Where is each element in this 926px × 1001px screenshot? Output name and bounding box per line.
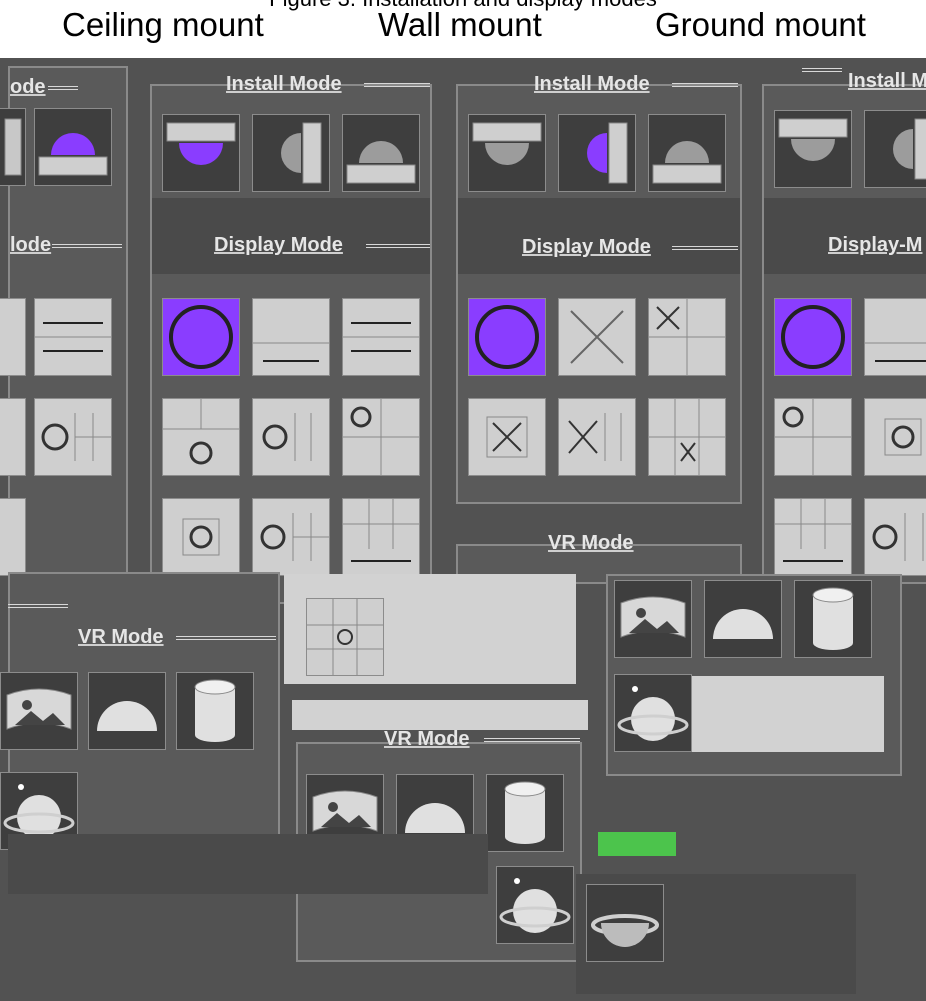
title-rule: [484, 738, 580, 742]
fisheye-original-selected-icon[interactable]: [162, 298, 240, 376]
vr-planet-icon[interactable]: [496, 866, 574, 944]
overlay-fragment: [692, 676, 884, 752]
rotate-center-icon[interactable]: [864, 398, 926, 476]
wall-mount-icon[interactable]: [864, 110, 926, 188]
display-mode-title: Display Mode: [214, 234, 343, 256]
vr-planet-icon[interactable]: [586, 884, 664, 962]
title-rule: [366, 244, 430, 248]
wall-mount-selected-icon[interactable]: [558, 114, 636, 192]
ceiling-mount-selected-icon[interactable]: [162, 114, 240, 192]
title-rule: [364, 83, 430, 87]
display-mode-title: Display Mode: [522, 236, 651, 258]
display-mode-title-partial: Display-M: [828, 234, 923, 256]
rotate-nine-grid-icon[interactable]: [306, 598, 384, 676]
expand-center-icon[interactable]: [468, 398, 546, 476]
expand-grid-icon[interactable]: [648, 398, 726, 476]
vr-hemisphere-icon[interactable]: [704, 580, 782, 658]
title-rule: [672, 246, 738, 250]
title-rule: [52, 244, 122, 248]
vr-cylinder-icon[interactable]: [794, 580, 872, 658]
vr-hemisphere-icon[interactable]: [88, 672, 166, 750]
vr-panorama-image-icon[interactable]: [0, 672, 78, 750]
install-mode-title: Install Mode: [226, 73, 342, 95]
panorama-icon[interactable]: [864, 298, 926, 376]
ground-mount-selected-icon[interactable]: [34, 108, 112, 186]
left-lode-title: lode: [10, 234, 52, 256]
expand-icon[interactable]: [558, 298, 636, 376]
wall-mount-icon[interactable]: [252, 114, 330, 192]
vr-mode-title: VR Mode: [78, 626, 164, 648]
fisheye-original-selected-icon[interactable]: [468, 298, 546, 376]
title-rule: [802, 68, 842, 72]
figure-header: Figure 3. Installation and display modes…: [0, 0, 926, 58]
left-mode-title: ode: [10, 76, 46, 98]
double-panorama-icon[interactable]: [342, 298, 420, 376]
screenshot-collage: ode lode Install Mode Display Mode Insta…: [0, 58, 926, 1001]
ground-mount-icon[interactable]: [648, 114, 726, 192]
display-layout-icon[interactable]: [0, 298, 26, 376]
ceiling-mount-heading: Ceiling mount: [62, 6, 264, 43]
ceiling-mount-icon[interactable]: [468, 114, 546, 192]
expand-quad-icon[interactable]: [648, 298, 726, 376]
install-mode-title: Install Mode: [534, 73, 650, 95]
wall-mount-heading: Wall mount: [378, 6, 542, 43]
title-rule: [48, 86, 78, 90]
display-layout-icon[interactable]: [0, 398, 26, 476]
ceiling-mount-icon[interactable]: [774, 110, 852, 188]
panorama-grid-icon[interactable]: [342, 498, 420, 576]
display-layout-icon[interactable]: [0, 498, 26, 576]
ground-mount-heading: Ground mount: [655, 6, 866, 43]
vr-panorama-image-icon[interactable]: [614, 580, 692, 658]
vr-cylinder-icon[interactable]: [486, 774, 564, 852]
vr-planet-icon[interactable]: [614, 674, 692, 752]
overlay-fragment: [8, 834, 488, 894]
green-indicator: [598, 832, 676, 856]
rotate-layout-icon[interactable]: [162, 398, 240, 476]
expand-split-icon[interactable]: [558, 398, 636, 476]
panorama-grid-icon[interactable]: [774, 498, 852, 576]
title-rule: [8, 604, 68, 608]
vr-mode-title: VR Mode: [548, 532, 634, 554]
ceiling-mount-icon[interactable]: [0, 108, 26, 186]
overlay-fragment: [292, 700, 588, 730]
double-panorama-icon[interactable]: [34, 298, 112, 376]
ground-mount-icon[interactable]: [342, 114, 420, 192]
vr-mode-title: VR Mode: [384, 728, 470, 750]
title-rule: [672, 83, 738, 87]
rotate-split-icon[interactable]: [252, 398, 330, 476]
rotate-grid-icon[interactable]: [252, 498, 330, 576]
rotate-grid-icon[interactable]: [34, 398, 112, 476]
vr-cylinder-icon[interactable]: [176, 672, 254, 750]
rotate-quad-icon[interactable]: [342, 398, 420, 476]
install-mode-title-partial: Install M: [848, 70, 926, 92]
rotate-center-icon[interactable]: [162, 498, 240, 576]
panorama-icon[interactable]: [252, 298, 330, 376]
rotate-quad-icon[interactable]: [774, 398, 852, 476]
rotate-grid-icon[interactable]: [864, 498, 926, 576]
fisheye-original-selected-icon[interactable]: [774, 298, 852, 376]
title-rule: [176, 636, 276, 640]
